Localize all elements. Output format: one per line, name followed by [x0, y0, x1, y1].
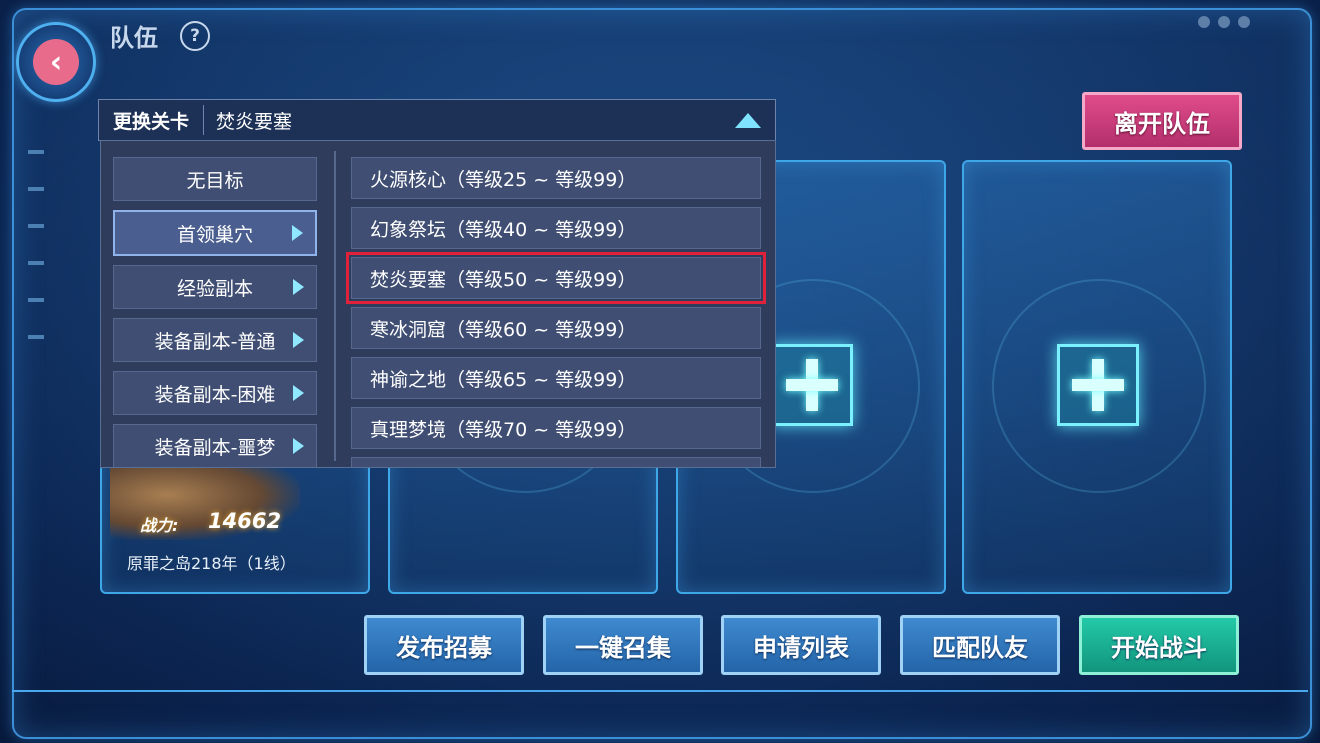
- match-teammates-button[interactable]: 匹配队友: [900, 615, 1060, 675]
- category-label: 装备副本-困难: [154, 383, 276, 406]
- power-label: 战力:: [140, 516, 179, 535]
- help-icon[interactable]: ?: [180, 21, 210, 51]
- add-member-icon[interactable]: [1057, 344, 1139, 426]
- chevron-right-icon: [293, 438, 304, 454]
- stage-item-selected[interactable]: 焚炎要塞（等级50 ~ 等级99）: [346, 252, 766, 304]
- chevron-right-icon: [293, 332, 304, 348]
- member-location: 原罪之岛218年（1线）: [127, 554, 296, 573]
- stage-item[interactable]: 神谕之地（等级65 ~ 等级99）: [351, 357, 761, 399]
- category-label: 经验副本: [176, 277, 253, 300]
- category-item[interactable]: 装备副本-困难: [113, 371, 317, 415]
- stage-item[interactable]: 真理梦境（等级70 ~ 等级99）: [351, 407, 761, 449]
- category-item[interactable]: 首领巢穴: [113, 210, 317, 256]
- stage-item[interactable]: 幻象祭坛（等级40 ~ 等级99）: [351, 207, 761, 249]
- start-battle-button[interactable]: 开始战斗: [1079, 615, 1239, 675]
- stage-item[interactable]: 火源核心（等级25 ~ 等级99）: [351, 157, 761, 199]
- category-label: 首领巢穴: [176, 223, 253, 246]
- chevron-right-icon: [292, 225, 303, 241]
- category-item[interactable]: 无目标: [113, 157, 317, 201]
- back-arrow-icon: ‹: [33, 39, 79, 85]
- chevron-right-icon: [293, 385, 304, 401]
- member-slot-4[interactable]: [962, 160, 1232, 594]
- application-list-button[interactable]: 申请列表: [721, 615, 881, 675]
- chevron-right-icon: [293, 279, 304, 295]
- window-dots: [1198, 16, 1250, 28]
- side-ticks: [28, 150, 44, 372]
- page-title: 队伍: [110, 24, 158, 52]
- category-item[interactable]: 经验副本: [113, 265, 317, 309]
- add-member-icon[interactable]: [771, 344, 853, 426]
- back-button[interactable]: ‹: [16, 22, 96, 102]
- dropdown-divider: [334, 151, 336, 461]
- power-value: 14662: [208, 509, 282, 533]
- frame-bottom-line: [12, 690, 1308, 737]
- publish-recruit-button[interactable]: 发布招募: [364, 615, 524, 675]
- stage-item-partial: [351, 457, 761, 467]
- stage-item[interactable]: 寒冰洞窟（等级60 ~ 等级99）: [351, 307, 761, 349]
- leave-team-button[interactable]: 离开队伍: [1082, 92, 1242, 150]
- stage-selector[interactable]: 更换关卡 焚炎要塞: [98, 99, 776, 141]
- summon-all-button[interactable]: 一键召集: [543, 615, 703, 675]
- category-label: 装备副本-噩梦: [154, 436, 276, 459]
- category-label: 装备副本-普通: [154, 330, 276, 353]
- category-item[interactable]: 装备副本-普通: [113, 318, 317, 362]
- stage-list: 火源核心（等级25 ~ 等级99） 幻象祭坛（等级40 ~ 等级99） 焚炎要塞…: [346, 157, 766, 467]
- category-label: 无目标: [186, 169, 244, 192]
- category-list: 无目标 首领巢穴 经验副本 装备副本-普通 装备副本-困难 装备副本-噩梦: [113, 157, 317, 467]
- category-item[interactable]: 装备副本-噩梦: [113, 424, 317, 467]
- stage-dropdown: 无目标 首领巢穴 经验副本 装备副本-普通 装备副本-困难 装备副本-噩梦 火源…: [100, 140, 776, 468]
- selector-label: 更换关卡: [99, 105, 205, 135]
- collapse-arrow-icon[interactable]: [735, 112, 761, 128]
- selector-value: 焚炎要塞: [216, 110, 293, 133]
